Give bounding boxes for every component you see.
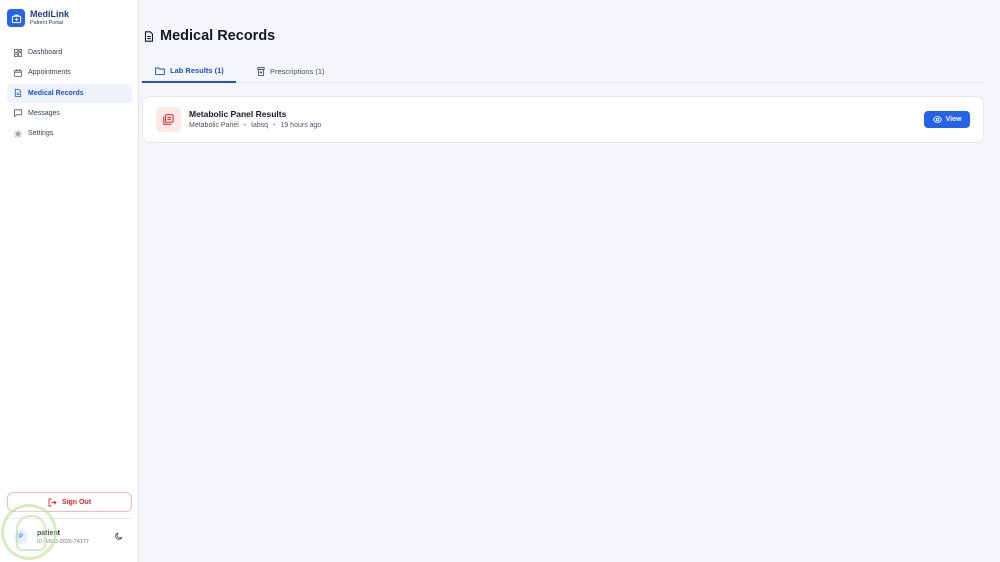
view-button[interactable]: View — [924, 111, 970, 128]
tab-label: Lab Results (1) — [170, 66, 224, 75]
sidebar-item-dashboard[interactable]: Dashboard — [7, 43, 132, 62]
brand[interactable]: MediLink Patient Portal — [7, 9, 69, 27]
document-icon — [144, 30, 154, 42]
page-header: Medical Records — [144, 28, 275, 44]
moon-icon[interactable] — [115, 532, 123, 540]
records-tabs: Lab Results (1) Prescriptions (1) — [142, 60, 985, 83]
calendar-icon — [14, 69, 22, 77]
brand-subtitle: Patient Portal — [30, 20, 64, 26]
medical-bag-icon — [7, 9, 25, 27]
page-title: Medical Records — [160, 28, 276, 44]
sidebar-nav: Dashboard Appointments Medical Records M… — [7, 43, 132, 144]
sidebar-item-messages[interactable]: Messages — [7, 104, 132, 123]
folder-icon — [155, 67, 165, 75]
brand-title: MediLink — [30, 9, 70, 19]
sidebar-item-label: Messages — [28, 109, 60, 117]
sidebar-item-label: Appointments — [28, 69, 71, 77]
sidebar-item-medical-records[interactable]: Medical Records — [7, 83, 132, 103]
sidebar-item-appointments[interactable]: Appointments — [7, 63, 132, 82]
document-icon — [14, 89, 22, 97]
record-card[interactable]: Metabolic Panel Results Metabolic Panel •… — [142, 96, 984, 143]
record-meta: Metabolic Panel • labsq • 19 hours ago — [189, 122, 322, 129]
record-title: Metabolic Panel Results — [189, 109, 287, 119]
gear-icon — [14, 130, 22, 138]
chat-icon — [14, 109, 22, 118]
sign-out-label: Sign Out — [61, 498, 92, 506]
lab-report-icon — [156, 107, 181, 132]
main-content: Medical Records Lab Results (1) Prescrip… — [140, 0, 1000, 562]
sidebar-item-settings[interactable]: Settings — [7, 124, 132, 143]
view-button-label: View — [945, 116, 962, 123]
record-type: Metabolic Panel — [189, 122, 239, 129]
record-source: labsq — [251, 122, 268, 129]
eye-icon — [932, 116, 942, 123]
tab-lab-results[interactable]: Lab Results (1) — [142, 60, 236, 83]
pill-bottle-icon — [257, 67, 265, 76]
record-time: 19 hours ago — [280, 122, 322, 129]
tab-prescriptions[interactable]: Prescriptions (1) — [257, 60, 325, 83]
watermark-logo — [1, 504, 57, 560]
sidebar-item-label: Dashboard — [28, 49, 63, 56]
sidebar: MediLink Patient Portal Dashboard Appoin… — [0, 0, 139, 562]
sidebar-item-label: Settings — [28, 130, 54, 138]
sign-out-icon — [48, 498, 57, 507]
sidebar-item-label: Medical Records — [28, 89, 84, 97]
tab-label: Prescriptions (1) — [270, 67, 325, 76]
dashboard-grid-icon — [14, 48, 22, 57]
